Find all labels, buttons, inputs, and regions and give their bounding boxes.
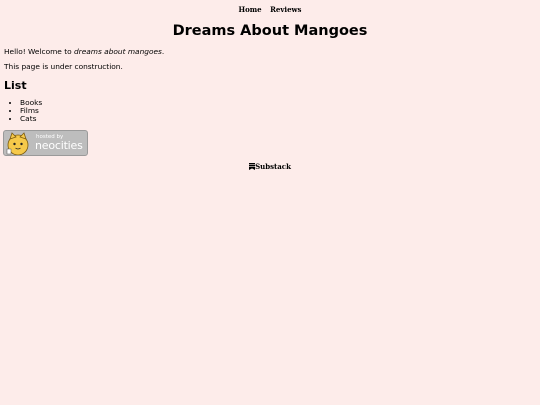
list-heading: List: [4, 79, 27, 92]
top-nav: Home Reviews: [0, 5, 540, 14]
construction-notice: This page is under construction.: [4, 62, 123, 71]
nav-reviews-link[interactable]: Reviews: [270, 5, 301, 14]
greeting-suffix: .: [161, 47, 165, 56]
greeting-emphasis: dreams about mangoes: [73, 47, 162, 56]
greeting-prefix: Hello! Welcome to: [4, 47, 74, 56]
neocities-badge[interactable]: hosted by neocities: [3, 130, 88, 156]
substack-footer: Substack: [0, 162, 540, 171]
substack-link[interactable]: Substack: [249, 162, 291, 171]
nav-home-link[interactable]: Home: [238, 5, 261, 14]
list-item-cats: Cats: [20, 115, 42, 123]
substack-label: Substack: [255, 162, 291, 171]
greeting-paragraph: Hello! Welcome to dreams about mangoes.: [4, 47, 164, 56]
badge-neocities-text: neocities: [35, 139, 83, 152]
page-title: Dreams About Mangoes: [172, 23, 368, 39]
topic-list: Books Films Cats: [4, 99, 42, 123]
neocities-cat-icon: [6, 132, 29, 155]
